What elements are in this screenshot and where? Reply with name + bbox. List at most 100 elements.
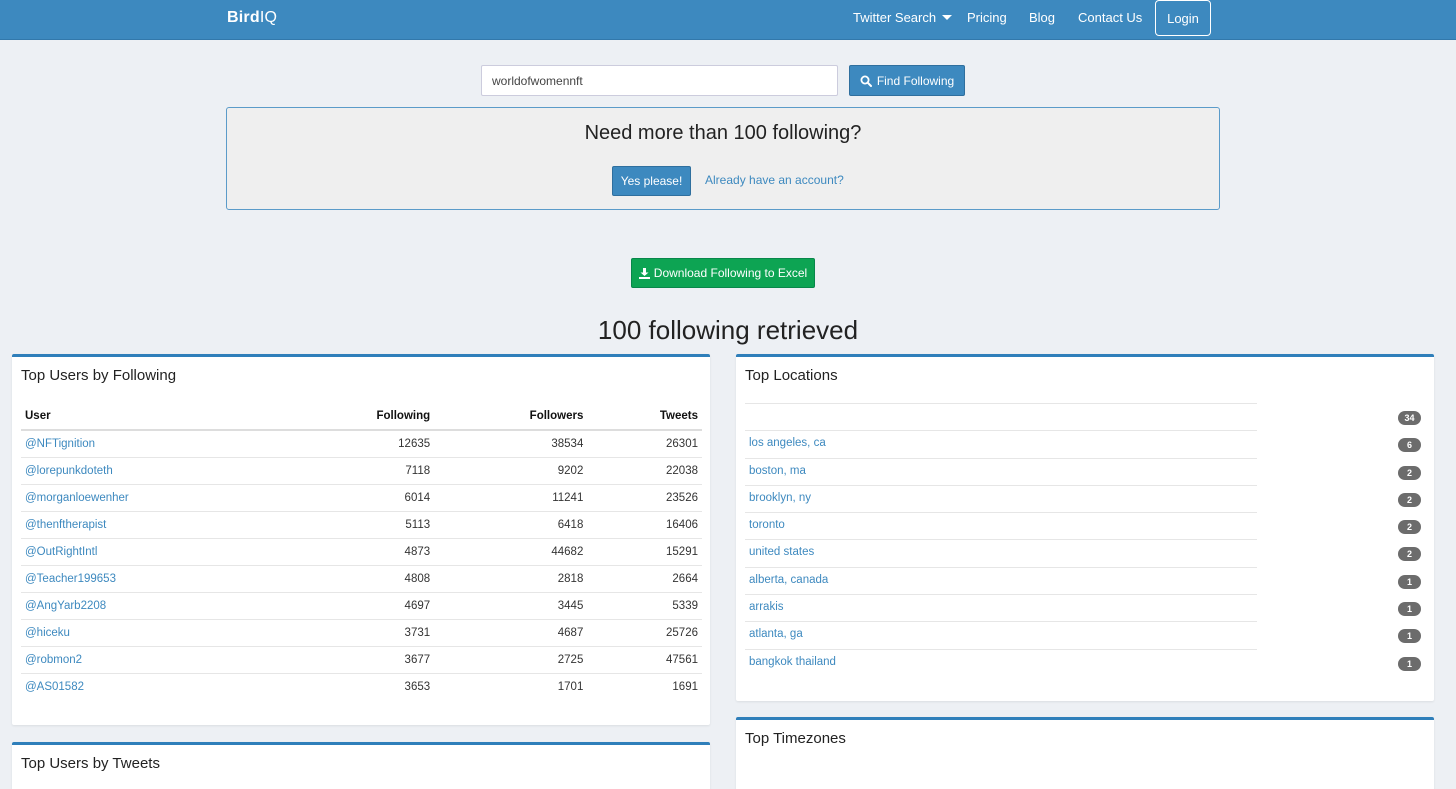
followers-count: 38534 — [434, 430, 588, 458]
count-badge: 2 — [1398, 547, 1421, 562]
promo-title: Need more than 100 following? — [584, 122, 862, 144]
following-count: 6014 — [281, 484, 435, 512]
row-divider — [745, 512, 1257, 514]
followers-count: 2818 — [434, 565, 588, 593]
row-divider — [745, 539, 1257, 541]
row-divider — [745, 594, 1257, 596]
brand-rest: IQ — [259, 9, 278, 26]
followers-count: 11241 — [434, 484, 588, 512]
download-icon — [638, 267, 650, 279]
table-row: @morganloewenher 6014 11241 23526 — [21, 484, 702, 512]
user-handle-link[interactable]: @AngYarb2208 — [21, 592, 281, 620]
user-handle-link[interactable]: @robmon2 — [21, 646, 281, 674]
location-row: united states 2 — [745, 539, 1425, 566]
brand-logo[interactable]: BirdIQ — [227, 9, 277, 27]
location-link[interactable]: united states — [749, 546, 814, 558]
tweets-count: 15291 — [587, 538, 702, 566]
table-row: @Teacher199653 4808 2818 2664 — [21, 565, 702, 593]
count-badge: 2 — [1398, 465, 1421, 480]
location-link[interactable]: boston, ma — [749, 465, 806, 477]
table-row: @AngYarb2208 4697 3445 5339 — [21, 592, 702, 620]
table-row: @robmon2 3677 2725 47561 — [21, 646, 702, 674]
location-row: toronto 2 — [745, 512, 1425, 539]
nav-contact-us[interactable]: Contact Us — [1078, 10, 1142, 25]
user-handle-link[interactable]: @OutRightIntl — [21, 538, 281, 566]
followers-count: 1701 — [557, 680, 584, 693]
nav-pricing[interactable]: Pricing — [967, 10, 1007, 25]
user-handle-link[interactable]: @morganloewenher — [21, 484, 281, 512]
top-timezones-panel: Top Timezones — [736, 717, 1434, 789]
location-row: boston, ma 2 — [745, 457, 1425, 485]
count-badge: 6 — [1398, 438, 1421, 453]
location-link[interactable]: bangkok thailand — [749, 656, 836, 668]
tweets-count: 16406 — [587, 511, 702, 539]
count-badge: 1 — [1398, 602, 1421, 617]
locations-list: 34 los angeles, ca 6 boston, ma 2 brooklyn, n… — [745, 403, 1425, 676]
table-row: @lorepunkdoteth 7118 9202 22038 — [21, 457, 702, 485]
navbar: BirdIQ Twitter Search Pricing Blog Conta… — [0, 0, 1456, 40]
caret-down-icon — [942, 15, 953, 20]
count-badge: 2 — [1398, 520, 1421, 535]
location-row: los angeles, ca 6 — [745, 430, 1425, 457]
location-link[interactable]: los angeles, ca — [749, 437, 826, 449]
nav-twitter-search-label: Twitter Search — [853, 10, 937, 25]
location-link[interactable]: arrakis — [749, 601, 784, 613]
location-row: 34 — [745, 403, 1425, 430]
table-row: @thenftherapist 5113 6418 16406 — [21, 511, 702, 539]
location-row: alberta, canada 1 — [745, 566, 1425, 594]
tweets-count: 22038 — [587, 457, 702, 485]
download-excel-button[interactable]: Download Following to Excel — [631, 258, 815, 288]
following-count: 3653 — [404, 680, 431, 693]
top-locations-panel: Top Locations 34 los angeles, ca 6 boston, … — [736, 354, 1434, 701]
find-following-button[interactable]: Find Following — [849, 65, 965, 96]
location-link[interactable]: toronto — [749, 519, 785, 531]
row-divider — [745, 566, 1257, 568]
yes-please-button[interactable]: Yes please! — [612, 166, 691, 196]
already-have-account-link[interactable]: Already have an account? — [705, 173, 844, 187]
following-count: 3731 — [281, 619, 435, 647]
brand-bold: Bird — [227, 9, 260, 26]
column-header: Tweets — [587, 402, 702, 431]
nav-blog[interactable]: Blog — [1029, 10, 1055, 25]
user-handle-link[interactable]: @AS01582 — [21, 673, 281, 700]
following-count: 7118 — [281, 457, 435, 485]
column-header: User — [21, 402, 281, 431]
count-badge: 2 — [1398, 492, 1421, 507]
users-table: User Following Followers Tweets @NFTigni… — [21, 402, 702, 700]
user-handle-link[interactable]: @thenftherapist — [21, 511, 281, 539]
followers-count: 3445 — [434, 592, 588, 620]
tweets-count: 47561 — [587, 646, 702, 674]
location-link[interactable]: brooklyn, ny — [749, 492, 811, 504]
upgrade-promo-box: Need more than 100 following? Yes please… — [226, 107, 1220, 210]
row-divider — [745, 621, 1257, 623]
count-badge: 1 — [1398, 574, 1421, 589]
user-handle-link[interactable]: @NFTignition — [21, 430, 281, 458]
followers-count: 44682 — [434, 538, 588, 566]
table-row: @AS01582 3653 1701 1691 — [21, 673, 702, 700]
search-icon — [860, 75, 872, 87]
user-handle-link[interactable]: @hiceku — [21, 619, 281, 647]
login-button[interactable]: Login — [1155, 0, 1211, 36]
user-handle-link[interactable]: @Teacher199653 — [21, 565, 281, 593]
row-divider — [745, 648, 1257, 650]
following-count: 12635 — [281, 430, 435, 458]
followers-count: 9202 — [434, 457, 588, 485]
count-badge: 34 — [1398, 411, 1421, 425]
following-count: 3677 — [281, 646, 435, 674]
download-label: Download Following to Excel — [653, 266, 808, 280]
results-heading: 100 following retrieved — [597, 315, 859, 345]
following-count: 4697 — [281, 592, 435, 620]
panel-title: Top Users by Following — [21, 367, 177, 384]
location-link[interactable]: alberta, canada — [749, 574, 828, 586]
row-divider — [745, 457, 1257, 459]
row-divider — [745, 430, 1257, 432]
location-row: bangkok thailand 1 — [745, 648, 1425, 676]
nav-twitter-search[interactable]: Twitter Search — [853, 10, 953, 25]
location-row: atlanta, ga 1 — [745, 621, 1425, 648]
top-users-by-following-panel: Top Users by Following User Following Fo… — [12, 354, 710, 725]
search-input[interactable] — [481, 65, 838, 96]
user-handle-link[interactable]: @lorepunkdoteth — [21, 457, 281, 485]
row-divider — [745, 484, 1257, 486]
location-link[interactable]: atlanta, ga — [749, 628, 803, 640]
count-badge: 1 — [1398, 656, 1421, 671]
